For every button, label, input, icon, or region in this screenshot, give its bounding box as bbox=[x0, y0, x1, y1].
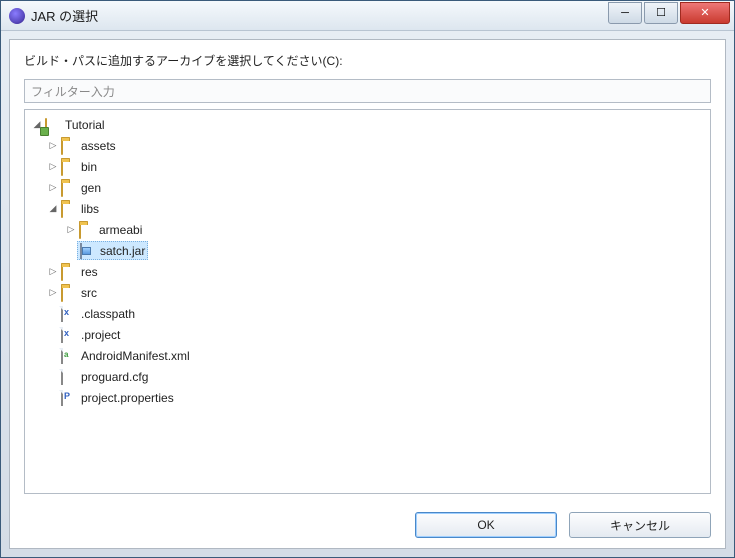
tree-label: .classpath bbox=[81, 307, 135, 321]
tree-label: libs bbox=[81, 202, 99, 216]
jar-file-icon bbox=[80, 244, 96, 258]
project-icon bbox=[45, 118, 61, 132]
expand-icon[interactable]: ▷ bbox=[47, 161, 59, 173]
folder-icon bbox=[61, 286, 77, 300]
tree-label: satch.jar bbox=[100, 244, 145, 258]
collapse-icon[interactable]: ◢ bbox=[47, 203, 59, 215]
tree-label: res bbox=[81, 265, 98, 279]
tree-node-src[interactable]: ▷ src bbox=[27, 282, 708, 303]
text-file-icon bbox=[61, 370, 77, 384]
tree-node-bin[interactable]: ▷ bin bbox=[27, 156, 708, 177]
folder-open-icon bbox=[61, 202, 77, 216]
expand-icon[interactable]: ▷ bbox=[47, 182, 59, 194]
maximize-button[interactable]: ☐ bbox=[644, 2, 678, 24]
tree-view[interactable]: ◢ Tutorial ▷ assets bbox=[24, 109, 711, 494]
manifest-file-icon bbox=[61, 349, 77, 363]
tree-node-assets[interactable]: ▷ assets bbox=[27, 135, 708, 156]
expand-icon[interactable]: ▷ bbox=[47, 287, 59, 299]
filter-input[interactable]: フィルター入力 bbox=[24, 79, 711, 103]
expand-icon[interactable]: ▷ bbox=[65, 224, 77, 236]
tree-label: assets bbox=[81, 139, 116, 153]
cancel-button[interactable]: キャンセル bbox=[569, 512, 711, 538]
minimize-button[interactable]: ─ bbox=[608, 2, 642, 24]
tree-node-armeabi[interactable]: ▷ armeabi bbox=[27, 219, 708, 240]
window-title: JAR の選択 bbox=[31, 6, 608, 25]
tree-node-manifest[interactable]: ▷ AndroidManifest.xml bbox=[27, 345, 708, 366]
folder-icon bbox=[61, 139, 77, 153]
button-bar: OK キャンセル bbox=[24, 504, 711, 538]
tree-label: gen bbox=[81, 181, 101, 195]
app-icon bbox=[9, 8, 25, 24]
ok-button[interactable]: OK bbox=[415, 512, 557, 538]
folder-icon bbox=[79, 223, 95, 237]
expand-icon[interactable]: ▷ bbox=[47, 266, 59, 278]
dialog-window: JAR の選択 ─ ☐ ✕ ビルド・パスに追加するアーカイブを選択してください(… bbox=[0, 0, 735, 558]
tree-node-project[interactable]: ▷ .project bbox=[27, 324, 708, 345]
tree-label: Tutorial bbox=[65, 118, 105, 132]
tree-label: project.properties bbox=[81, 391, 174, 405]
instruction-label: ビルド・パスに追加するアーカイブを選択してください(C): bbox=[24, 52, 711, 69]
window-controls: ─ ☐ ✕ bbox=[608, 2, 734, 24]
tree-node-gen[interactable]: ▷ gen bbox=[27, 177, 708, 198]
filter-placeholder: フィルター入力 bbox=[31, 83, 115, 100]
titlebar[interactable]: JAR の選択 ─ ☐ ✕ bbox=[1, 1, 734, 31]
tree-node-res[interactable]: ▷ res bbox=[27, 261, 708, 282]
tree-node-tutorial[interactable]: ◢ Tutorial bbox=[27, 114, 708, 135]
tree-node-classpath[interactable]: ▷ .classpath bbox=[27, 303, 708, 324]
folder-icon bbox=[61, 265, 77, 279]
close-button[interactable]: ✕ bbox=[680, 2, 730, 24]
tree-label: AndroidManifest.xml bbox=[81, 349, 190, 363]
tree-node-proguard[interactable]: ▷ proguard.cfg bbox=[27, 366, 708, 387]
properties-file-icon bbox=[61, 391, 77, 405]
tree-label: armeabi bbox=[99, 223, 142, 237]
tree-label: bin bbox=[81, 160, 97, 174]
tree-label: src bbox=[81, 286, 97, 300]
tree-node-libs[interactable]: ◢ libs bbox=[27, 198, 708, 219]
xml-file-icon bbox=[61, 307, 77, 321]
expand-icon[interactable]: ▷ bbox=[47, 140, 59, 152]
dialog-content: ビルド・パスに追加するアーカイブを選択してください(C): フィルター入力 ◢ … bbox=[9, 39, 726, 549]
xml-file-icon bbox=[61, 328, 77, 342]
folder-icon bbox=[61, 181, 77, 195]
tree-node-satch-jar[interactable]: ▷ satch.jar bbox=[27, 240, 708, 261]
tree-node-properties[interactable]: ▷ project.properties bbox=[27, 387, 708, 408]
tree-label: proguard.cfg bbox=[81, 370, 148, 384]
tree-label: .project bbox=[81, 328, 120, 342]
folder-icon bbox=[61, 160, 77, 174]
